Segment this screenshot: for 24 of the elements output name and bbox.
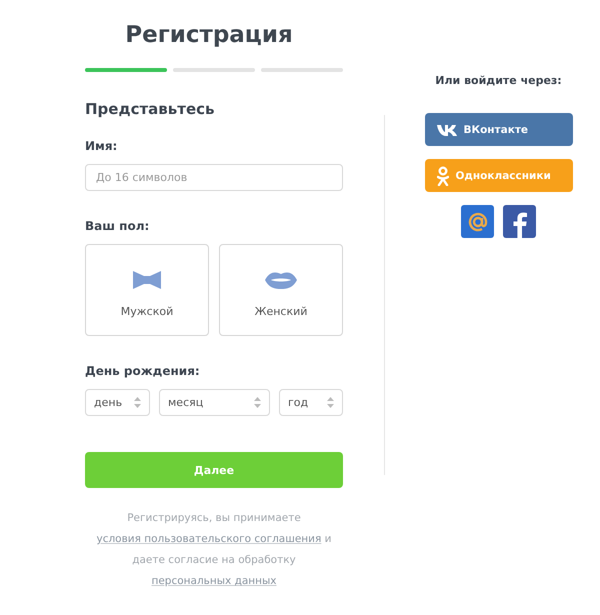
sort-arrows-icon — [134, 397, 141, 408]
social-icon-button[interactable] — [503, 205, 536, 238]
lips-icon — [265, 270, 297, 288]
facebook-icon — [512, 212, 526, 238]
social-login-title: Или войдите через: — [435, 74, 562, 87]
section-title: Представьтесь — [85, 100, 216, 118]
field-label: Имя: — [85, 139, 118, 153]
name-input-field[interactable]: До 16 символов — [85, 164, 343, 191]
page-title: Регистрация — [124, 22, 294, 48]
date-select[interactable]: день — [85, 389, 150, 416]
ok-icon — [436, 166, 448, 186]
social-login-button[interactable]: ВКонтакте — [424, 113, 572, 146]
bowtie-icon — [133, 270, 161, 288]
vk-icon — [436, 124, 456, 136]
gender-option[interactable]: Женский — [219, 244, 343, 336]
date-select[interactable]: год — [279, 389, 343, 416]
sort-arrows-icon — [327, 397, 334, 408]
field-label: День рождения: — [85, 364, 201, 378]
date-select[interactable]: месяц — [159, 389, 270, 416]
at-sign-icon — [468, 212, 488, 232]
sort-arrows-icon — [254, 397, 261, 408]
gender-option[interactable]: Мужской — [85, 244, 209, 336]
field-label: Ваш пол: — [85, 219, 150, 233]
terms-text: Регистрируясь, вы принимаете условия пользовательского соглашения и даете согласие на обработку персональных данных — [95, 511, 332, 589]
